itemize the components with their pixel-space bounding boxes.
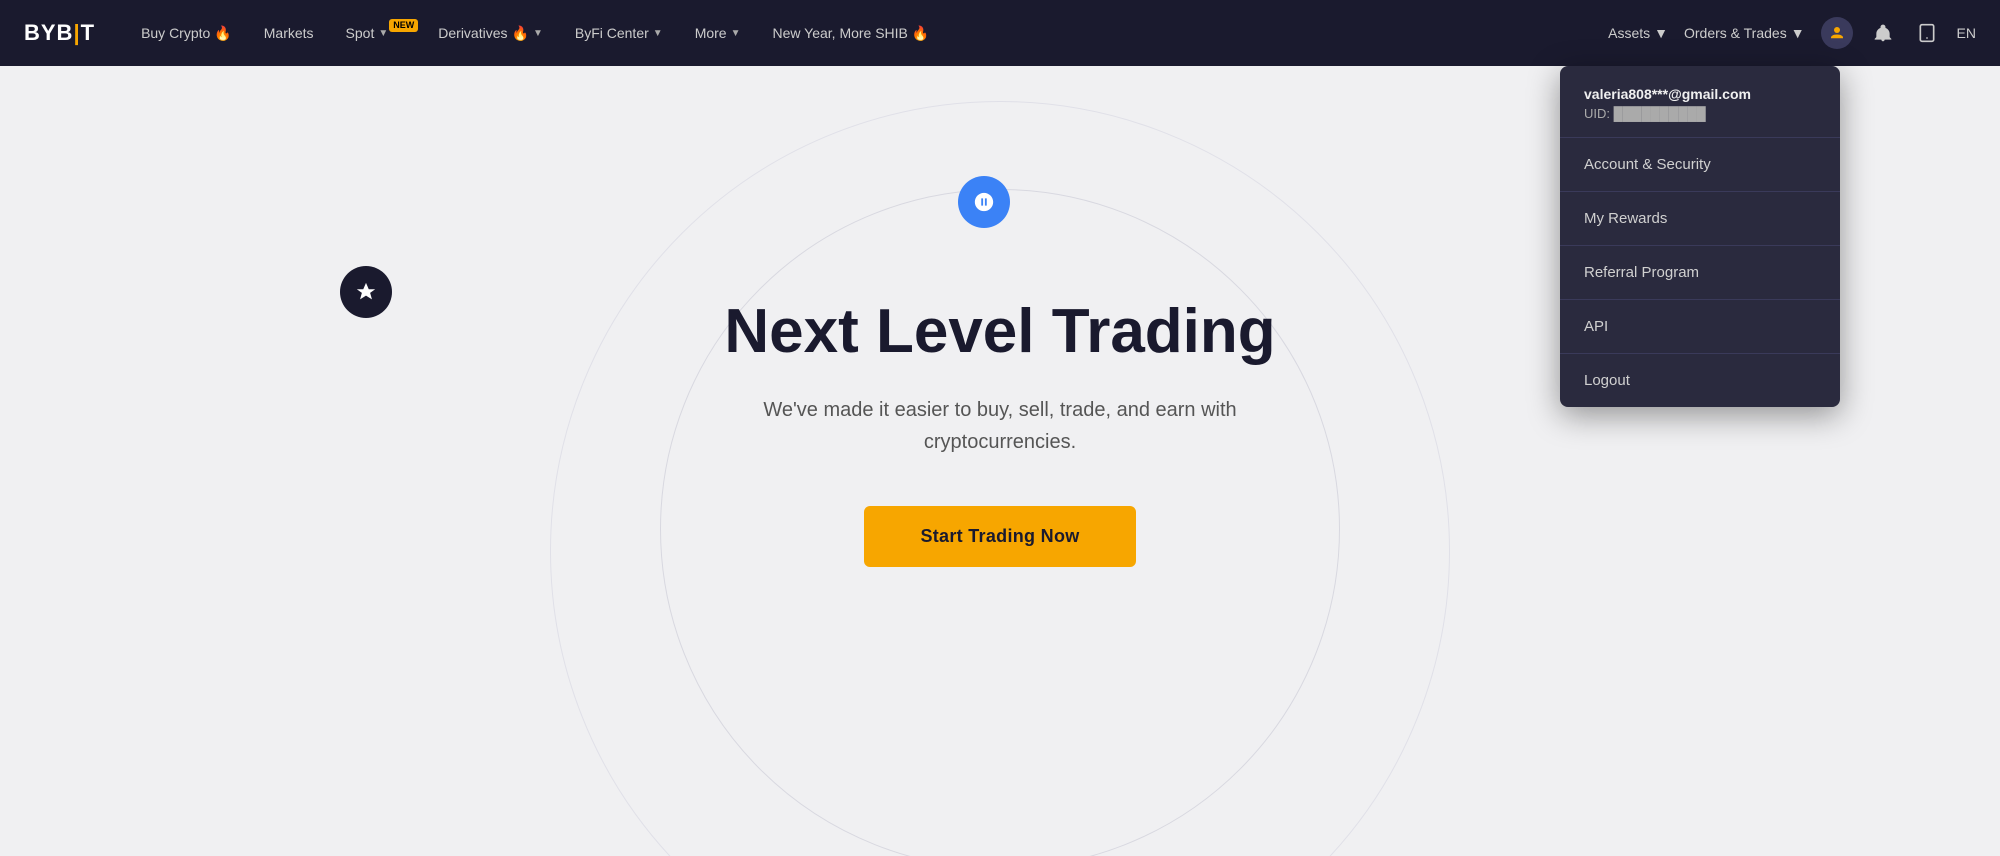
nav-item-buy-crypto[interactable]: Buy Crypto 🔥 xyxy=(127,17,246,50)
dropdown-label-account-security: Account & Security xyxy=(1584,156,1711,173)
nav-item-more[interactable]: More ▼ xyxy=(681,17,755,49)
nav-item-assets[interactable]: Assets ▼ xyxy=(1608,25,1668,41)
start-trading-button[interactable]: Start Trading Now xyxy=(864,506,1135,567)
nav-item-markets[interactable]: Markets xyxy=(250,17,328,49)
nav-label-new-year: New Year, More SHIB xyxy=(773,25,908,41)
dropdown-label-logout: Logout xyxy=(1584,372,1630,389)
nav-label-more: More xyxy=(695,25,727,41)
dropdown-item-logout[interactable]: Logout xyxy=(1560,354,1840,407)
nav-label-spot: Spot xyxy=(346,25,375,41)
nav-item-byfi[interactable]: ByFi Center ▼ xyxy=(561,17,677,49)
nav-right: Assets ▼ Orders & Trades ▼ EN xyxy=(1608,17,1976,49)
uid-value: ██████████ xyxy=(1614,106,1706,121)
floating-icon-left[interactable] xyxy=(340,266,392,318)
nav-label-assets: Assets xyxy=(1608,25,1650,41)
fire-icon-derivatives: 🔥 xyxy=(512,25,529,42)
navbar: BYB|T Buy Crypto 🔥 Markets Spot ▼ NEW De… xyxy=(0,0,2000,66)
notifications-button[interactable] xyxy=(1869,19,1897,47)
dropdown-item-account-security[interactable]: Account & Security xyxy=(1560,138,1840,192)
nav-label-derivatives: Derivatives xyxy=(438,25,507,41)
dropdown-label-referral-program: Referral Program xyxy=(1584,264,1699,281)
language-selector[interactable]: EN xyxy=(1957,25,1976,41)
dropdown-uid: UID: ██████████ xyxy=(1584,106,1816,121)
dropdown-item-api[interactable]: API xyxy=(1560,300,1840,354)
language-label: EN xyxy=(1957,25,1976,41)
nav-item-spot[interactable]: Spot ▼ NEW xyxy=(332,17,421,49)
logo[interactable]: BYB|T xyxy=(24,20,95,46)
chevron-icon-orders: ▼ xyxy=(1791,25,1805,41)
hero-subtitle: We've made it easier to buy, sell, trade… xyxy=(690,394,1310,458)
user-avatar-button[interactable] xyxy=(1821,17,1853,49)
nav-label-byfi: ByFi Center xyxy=(575,25,649,41)
hero-title: Next Level Trading xyxy=(690,295,1310,369)
nav-item-new-year[interactable]: New Year, More SHIB 🔥 xyxy=(759,17,944,50)
dropdown-item-my-rewards[interactable]: My Rewards xyxy=(1560,192,1840,246)
fire-icon-buy-crypto: 🔥 xyxy=(214,25,231,42)
dropdown-label-my-rewards: My Rewards xyxy=(1584,210,1667,227)
chevron-icon-spot: ▼ xyxy=(378,28,388,39)
nav-label-orders-trades: Orders & Trades xyxy=(1684,25,1787,41)
nav-item-orders-trades[interactable]: Orders & Trades ▼ xyxy=(1684,25,1805,41)
logo-accent: | xyxy=(73,20,80,45)
user-dropdown-menu: valeria808***@gmail.com UID: ██████████ … xyxy=(1560,66,1840,407)
nav-links: Buy Crypto 🔥 Markets Spot ▼ NEW Derivati… xyxy=(127,17,1608,50)
dropdown-email: valeria808***@gmail.com xyxy=(1584,86,1816,102)
chevron-icon-assets: ▼ xyxy=(1654,25,1668,41)
chevron-icon-more: ▼ xyxy=(731,28,741,39)
nav-item-derivatives[interactable]: Derivatives 🔥 ▼ xyxy=(424,17,557,50)
chevron-icon-derivatives: ▼ xyxy=(533,28,543,39)
new-badge-spot: NEW xyxy=(389,19,418,32)
dropdown-header: valeria808***@gmail.com UID: ██████████ xyxy=(1560,66,1840,138)
chevron-icon-byfi: ▼ xyxy=(653,28,663,39)
hero-content: Next Level Trading We've made it easier … xyxy=(690,295,1310,566)
tablet-icon[interactable] xyxy=(1913,19,1941,47)
dropdown-label-api: API xyxy=(1584,318,1608,335)
uid-label: UID: xyxy=(1584,106,1610,121)
nav-label-buy-crypto: Buy Crypto xyxy=(141,25,210,41)
fire-icon-shib: 🔥 xyxy=(912,25,929,42)
nav-label-markets: Markets xyxy=(264,25,314,41)
dropdown-item-referral-program[interactable]: Referral Program xyxy=(1560,246,1840,300)
floating-icon-right[interactable] xyxy=(958,176,1010,228)
